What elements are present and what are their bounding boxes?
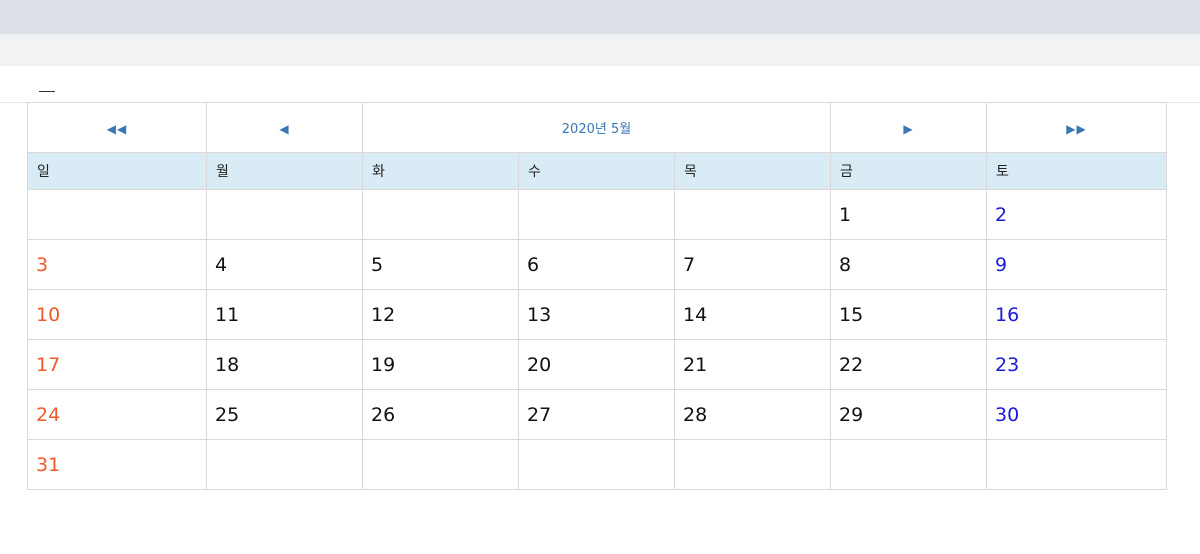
day-cell[interactable]: 12 (362, 289, 519, 340)
day-cell[interactable]: 6 (518, 239, 675, 290)
day-cell[interactable] (830, 439, 987, 490)
day-cell[interactable] (986, 439, 1167, 490)
top-bar (0, 0, 1200, 34)
week-row: 10 11 12 13 14 15 16 (27, 289, 1167, 340)
calendar: ◀◀ ◀ 2020년 5월 ▶ ▶▶ 일 월 화 수 목 금 토 1 2 3 4 (27, 102, 1167, 490)
next-month-cell[interactable]: ▶ (830, 102, 987, 153)
prev-month-button[interactable]: ◀ (279, 122, 289, 136)
week-row: 1 2 (27, 189, 1167, 240)
day-cell[interactable]: 17 (27, 339, 207, 390)
day-cell[interactable]: 21 (674, 339, 831, 390)
day-cell[interactable]: 11 (206, 289, 363, 340)
day-cell[interactable] (362, 439, 519, 490)
next-year-cell[interactable]: ▶▶ (986, 102, 1167, 153)
day-cell[interactable]: 8 (830, 239, 987, 290)
weekday-tue: 화 (362, 152, 519, 190)
day-cell[interactable]: 2 (986, 189, 1167, 240)
day-cell[interactable]: 5 (362, 239, 519, 290)
day-cell[interactable]: 31 (27, 439, 207, 490)
day-cell[interactable]: 26 (362, 389, 519, 440)
next-year-button[interactable]: ▶▶ (1066, 122, 1086, 136)
prev-year-cell[interactable]: ◀◀ (27, 102, 207, 153)
toolbar-strip (0, 34, 1200, 66)
day-cell[interactable]: 13 (518, 289, 675, 340)
day-cell[interactable]: 23 (986, 339, 1167, 390)
weekday-wed: 수 (518, 152, 675, 190)
day-cell[interactable]: 30 (986, 389, 1167, 440)
header-strip (0, 66, 1200, 103)
day-cell[interactable]: 10 (27, 289, 207, 340)
day-cell[interactable] (674, 439, 831, 490)
weekday-header: 일 월 화 수 목 금 토 (27, 152, 1167, 190)
day-cell[interactable]: 29 (830, 389, 987, 440)
day-cell[interactable]: 28 (674, 389, 831, 440)
weekday-thu: 목 (674, 152, 831, 190)
prev-year-button[interactable]: ◀◀ (107, 122, 127, 136)
prev-month-cell[interactable]: ◀ (206, 102, 363, 153)
day-cell[interactable]: 25 (206, 389, 363, 440)
day-cell[interactable] (362, 189, 519, 240)
weekday-mon: 월 (206, 152, 363, 190)
day-cell[interactable] (206, 189, 363, 240)
day-cell[interactable]: 19 (362, 339, 519, 390)
day-cell[interactable]: 24 (27, 389, 207, 440)
weekday-fri: 금 (830, 152, 987, 190)
week-row: 17 18 19 20 21 22 23 (27, 339, 1167, 390)
next-month-button[interactable]: ▶ (903, 122, 913, 136)
day-cell[interactable]: 1 (830, 189, 987, 240)
day-cell[interactable]: 3 (27, 239, 207, 290)
weekday-sat: 토 (986, 152, 1167, 190)
day-cell[interactable]: 20 (518, 339, 675, 390)
day-cell[interactable]: 22 (830, 339, 987, 390)
day-cell[interactable]: 9 (986, 239, 1167, 290)
day-cell[interactable] (674, 189, 831, 240)
day-cell[interactable] (518, 189, 675, 240)
day-cell[interactable]: 18 (206, 339, 363, 390)
weekday-sun: 일 (27, 152, 207, 190)
day-cell[interactable]: 7 (674, 239, 831, 290)
day-cell[interactable]: 4 (206, 239, 363, 290)
day-cell[interactable]: 27 (518, 389, 675, 440)
day-cell[interactable]: 14 (674, 289, 831, 340)
month-title-cell: 2020년 5월 (362, 102, 831, 153)
week-row: 31 (27, 439, 1167, 490)
minimize-dash (39, 91, 55, 92)
day-cell[interactable] (27, 189, 207, 240)
day-cell[interactable] (206, 439, 363, 490)
day-cell[interactable]: 15 (830, 289, 987, 340)
day-cell[interactable] (518, 439, 675, 490)
calendar-nav: ◀◀ ◀ 2020년 5월 ▶ ▶▶ (27, 102, 1167, 153)
week-row: 24 25 26 27 28 29 30 (27, 389, 1167, 440)
day-cell[interactable]: 16 (986, 289, 1167, 340)
month-title: 2020년 5월 (561, 122, 632, 137)
week-row: 3 4 5 6 7 8 9 (27, 239, 1167, 290)
